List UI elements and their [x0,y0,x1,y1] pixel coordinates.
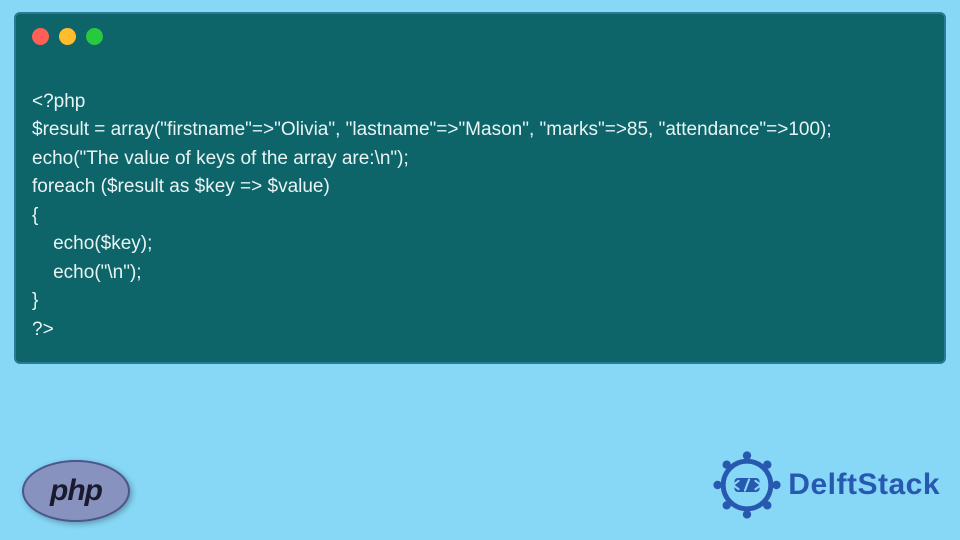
gear-badge-icon [712,450,782,520]
maximize-icon[interactable] [86,28,103,45]
code-body: <?php $result = array("firstname"=>"Oliv… [16,51,944,362]
brand-logo: DelftStack [712,450,940,520]
code-line: $result = array("firstname"=>"Olivia", "… [32,119,832,140]
code-line: echo($key); [32,233,152,254]
code-line: foreach ($result as $key => $value) [32,176,330,197]
code-window: <?php $result = array("firstname"=>"Oliv… [14,12,946,364]
code-line: } [32,290,38,311]
code-line: echo("The value of keys of the array are… [32,148,409,169]
code-line: ?> [32,319,54,340]
php-logo-text: php [50,474,102,508]
code-line: echo("\n"); [32,262,142,283]
minimize-icon[interactable] [59,28,76,45]
php-logo: php [22,460,130,522]
code-line: <?php [32,91,85,112]
window-titlebar [16,14,944,51]
close-icon[interactable] [32,28,49,45]
brand-name: DelftStack [788,468,940,502]
code-line: { [32,205,38,226]
